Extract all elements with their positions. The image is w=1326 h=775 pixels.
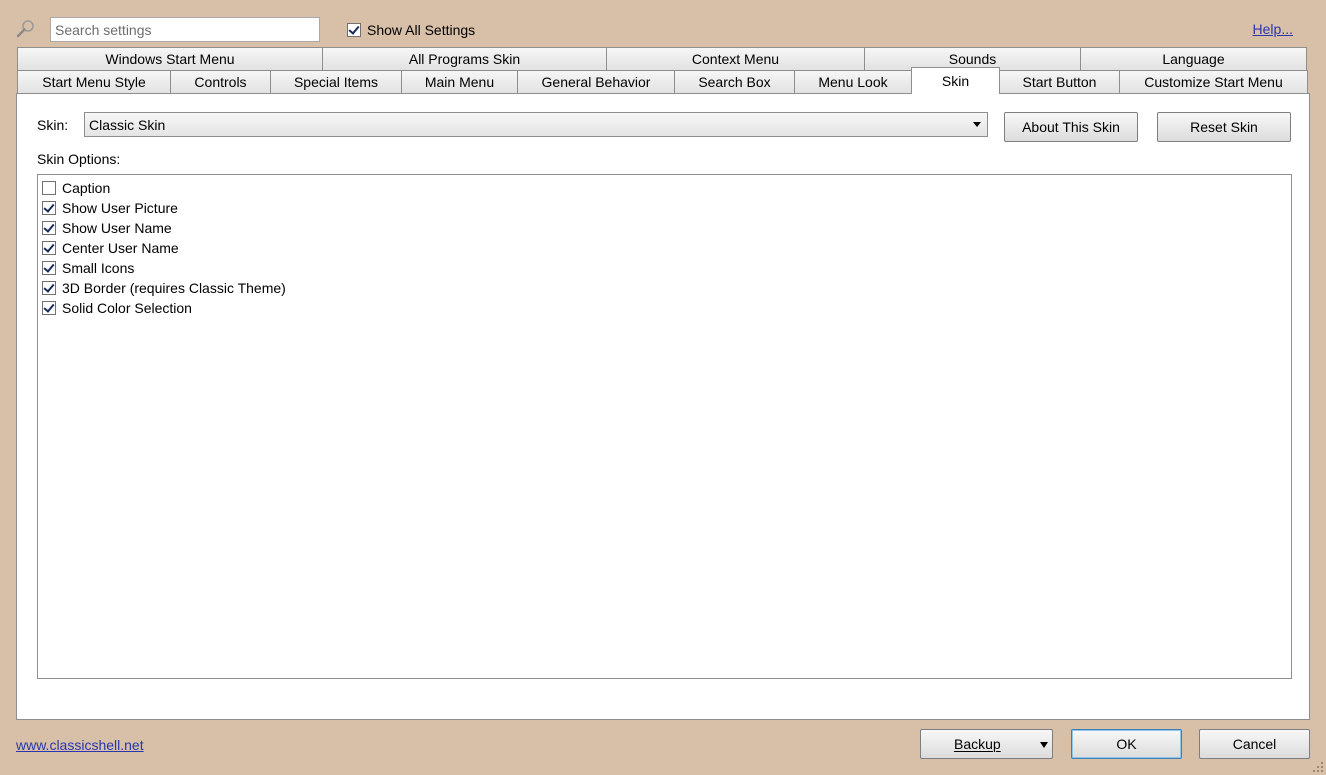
- backup-label: Backup: [954, 736, 1001, 752]
- search-icon: [16, 20, 34, 38]
- option-label: Show User Picture: [62, 200, 178, 216]
- show-all-label: Show All Settings: [367, 22, 476, 38]
- option-checkbox[interactable]: [42, 261, 56, 275]
- tab-skin[interactable]: Skin: [911, 67, 1000, 94]
- skin-options-label: Skin Options:: [37, 151, 121, 167]
- tab-all-programs-skin[interactable]: All Programs Skin: [322, 47, 607, 70]
- option-label: Center User Name: [62, 240, 179, 256]
- option-center-user-name[interactable]: Center User Name: [38, 238, 1291, 258]
- skin-panel: Skin: Classic Skin About This Skin Reset…: [16, 93, 1310, 720]
- tab-controls[interactable]: Controls: [170, 70, 271, 93]
- classicshell-website-link[interactable]: www.classicshell.net: [16, 737, 144, 753]
- skin-options-list: Caption Show User Picture Show User Name…: [37, 174, 1292, 679]
- option-label: 3D Border (requires Classic Theme): [62, 280, 286, 296]
- option-checkbox[interactable]: [42, 241, 56, 255]
- option-show-user-picture[interactable]: Show User Picture: [38, 198, 1291, 218]
- tab-row-top: Windows Start Menu All Programs Skin Con…: [17, 47, 1307, 70]
- option-checkbox[interactable]: [42, 301, 56, 315]
- option-solid-color-selection[interactable]: Solid Color Selection: [38, 298, 1291, 318]
- tab-search-box[interactable]: Search Box: [674, 70, 795, 93]
- tab-windows-start-menu[interactable]: Windows Start Menu: [17, 47, 323, 70]
- option-checkbox[interactable]: [42, 201, 56, 215]
- reset-skin-button[interactable]: Reset Skin: [1157, 112, 1291, 142]
- backup-button[interactable]: Backup: [920, 729, 1053, 759]
- help-link[interactable]: Help...: [1253, 21, 1293, 37]
- option-small-icons[interactable]: Small Icons: [38, 258, 1291, 278]
- tab-main-menu[interactable]: Main Menu: [401, 70, 518, 93]
- tab-customize-start-menu[interactable]: Customize Start Menu: [1119, 70, 1308, 93]
- option-label: Small Icons: [62, 260, 135, 276]
- option-3d-border[interactable]: 3D Border (requires Classic Theme): [38, 278, 1291, 298]
- skin-label: Skin:: [37, 117, 69, 133]
- cancel-button[interactable]: Cancel: [1199, 729, 1310, 759]
- option-label: Solid Color Selection: [62, 300, 192, 316]
- tab-general-behavior[interactable]: General Behavior: [517, 70, 675, 93]
- option-show-user-name[interactable]: Show User Name: [38, 218, 1291, 238]
- backup-dropdown-arrow-icon[interactable]: [1040, 742, 1048, 748]
- skin-dropdown[interactable]: Classic Skin: [84, 112, 988, 137]
- resize-grip-icon[interactable]: [1312, 761, 1324, 773]
- show-all-settings-checkbox[interactable]: Show All Settings: [347, 21, 475, 39]
- about-this-skin-button[interactable]: About This Skin: [1004, 112, 1138, 142]
- dropdown-arrow-icon: [973, 122, 981, 127]
- tab-row-bottom: Start Menu Style Controls Special Items …: [17, 67, 1308, 94]
- settings-window: Show All Settings Help... Windows Start …: [0, 0, 1326, 775]
- tab-context-menu[interactable]: Context Menu: [606, 47, 865, 70]
- skin-dropdown-value: Classic Skin: [89, 116, 166, 133]
- tab-start-menu-style[interactable]: Start Menu Style: [17, 70, 171, 93]
- option-label: Caption: [62, 180, 111, 196]
- option-checkbox[interactable]: [42, 221, 56, 235]
- ok-button[interactable]: OK: [1071, 729, 1182, 759]
- tab-language[interactable]: Language: [1080, 47, 1307, 70]
- show-all-checkbox-box[interactable]: [347, 23, 361, 37]
- option-checkbox[interactable]: [42, 281, 56, 295]
- option-checkbox[interactable]: [42, 181, 56, 195]
- search-input[interactable]: [50, 17, 320, 42]
- option-caption[interactable]: Caption: [38, 178, 1291, 198]
- tab-special-items[interactable]: Special Items: [270, 70, 402, 93]
- option-label: Show User Name: [62, 220, 172, 236]
- tab-start-button[interactable]: Start Button: [999, 70, 1120, 93]
- tab-menu-look[interactable]: Menu Look: [794, 70, 912, 93]
